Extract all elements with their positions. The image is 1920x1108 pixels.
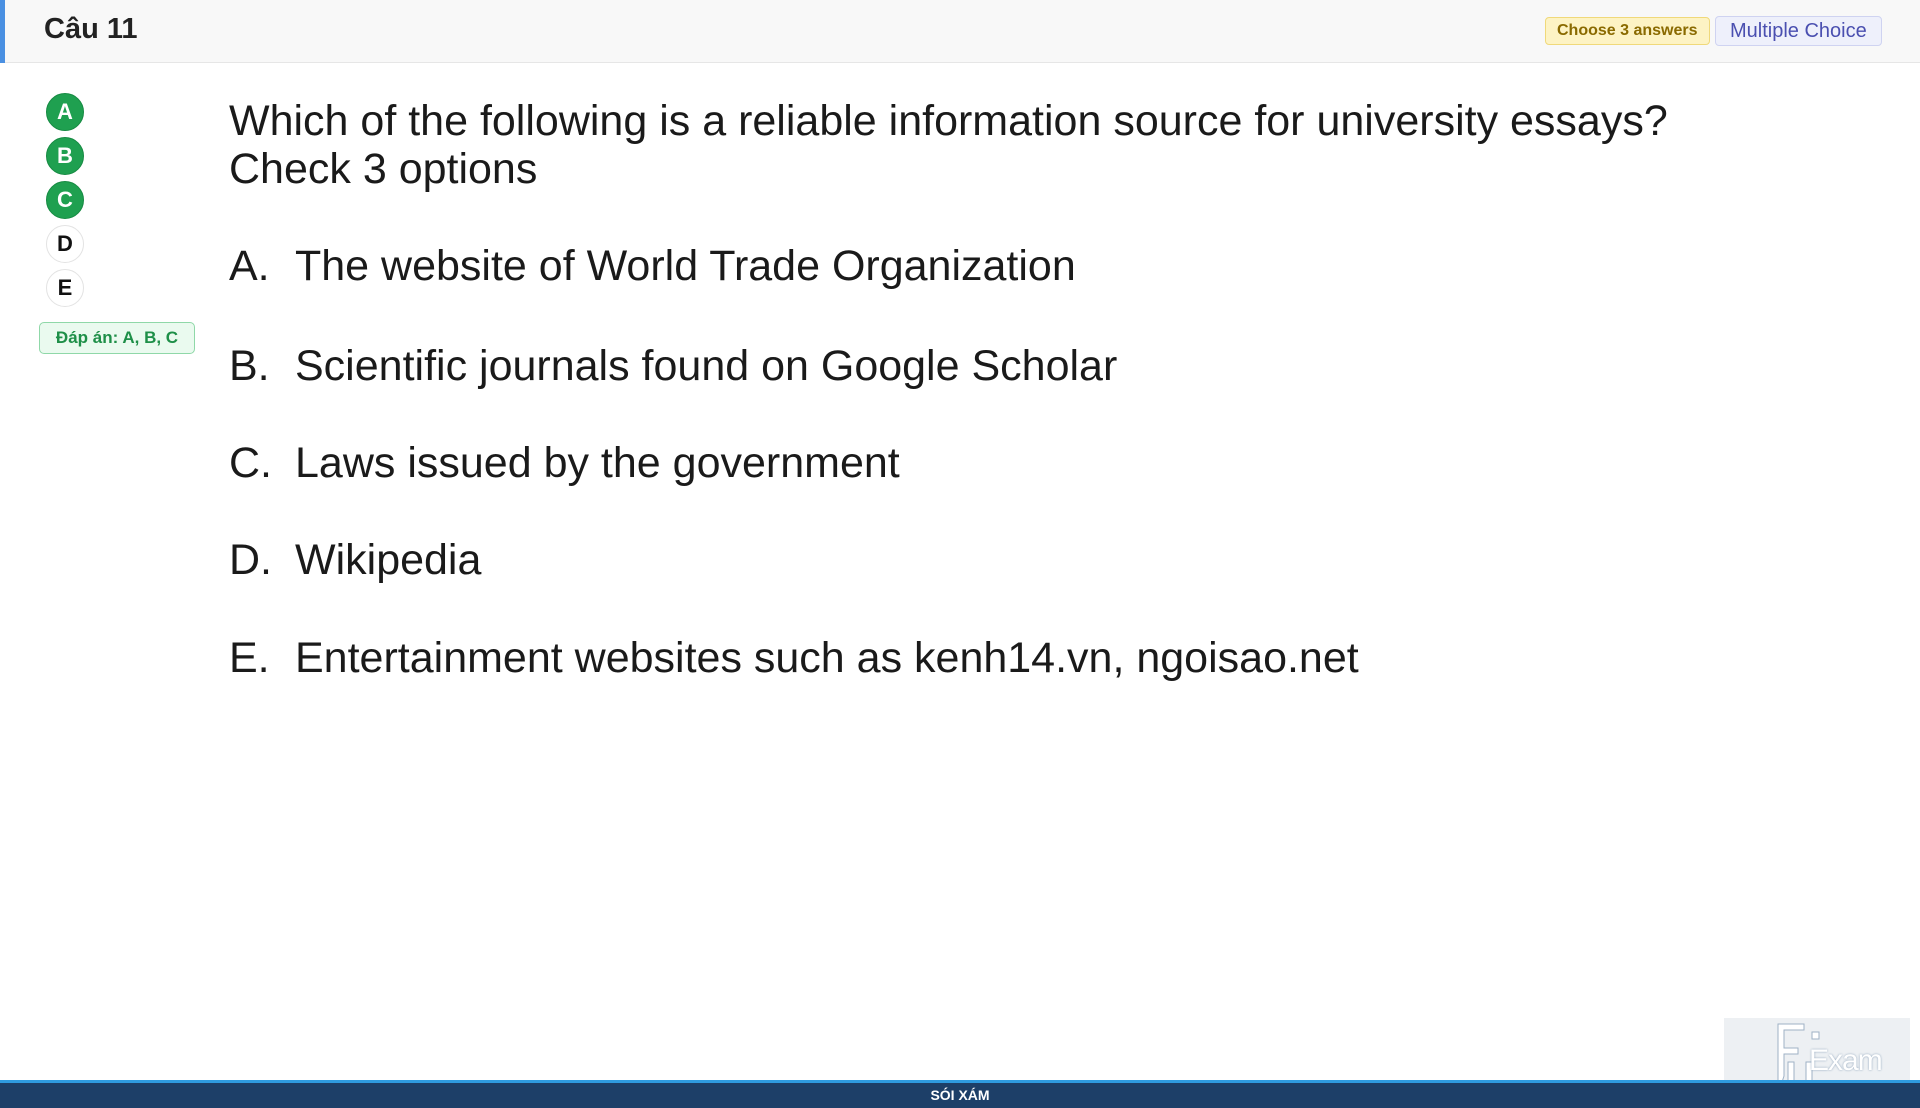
option-b: B. Scientific journals found on Google Sc… [229,342,1117,391]
footer-text: SÓI XÁM [930,1087,990,1103]
question-type-badge: Multiple Choice [1715,16,1882,46]
page: Câu 11 Choose 3 answers Multiple Choice … [0,0,1920,1108]
option-e-text: Entertainment websites such as kenh14.vn… [295,634,1359,682]
question-header: Câu 11 Choose 3 answers Multiple Choice [0,0,1920,63]
answer-circle-a[interactable]: A [46,93,84,131]
question-line-1: Which of the following is a reliable inf… [229,97,1668,145]
option-c-text: Laws issued by the government [295,439,900,487]
choose-count-badge: Choose 3 answers [1545,17,1710,45]
option-b-letter: B. [229,342,270,390]
option-d-letter: D. [229,536,272,584]
option-e-letter: E. [229,634,270,682]
option-a-text: The website of World Trade Organization [295,242,1076,290]
footer-bar: SÓI XÁM [0,1080,1920,1108]
header-accent-bar [0,0,5,63]
answer-circle-e[interactable]: E [46,269,84,307]
answer-circles: A B C D E [46,93,86,313]
option-e: E. Entertainment websites such as kenh14.… [229,634,1359,683]
option-c-letter: C. [229,439,272,487]
answer-circle-b[interactable]: B [46,137,84,175]
answer-key-badge: Đáp án: A, B, C [39,322,195,354]
question-line-2: Check 3 options [229,145,538,193]
question-text: Which of the following is a reliable inf… [229,97,1849,193]
option-d-text: Wikipedia [295,536,482,584]
option-a-letter: A. [229,242,270,290]
option-b-text: Scientific journals found on Google Scho… [295,342,1118,390]
fu-exam-logo-text: Exam [1809,1044,1883,1077]
question-title: Câu 11 [44,13,138,45]
option-c: C. Laws issued by the government [229,439,900,488]
answer-circle-d[interactable]: D [46,225,84,263]
answer-circle-c[interactable]: C [46,181,84,219]
option-d: D. Wikipedia [229,536,481,585]
option-a: A. The website of World Trade Organizatio… [229,242,1076,291]
